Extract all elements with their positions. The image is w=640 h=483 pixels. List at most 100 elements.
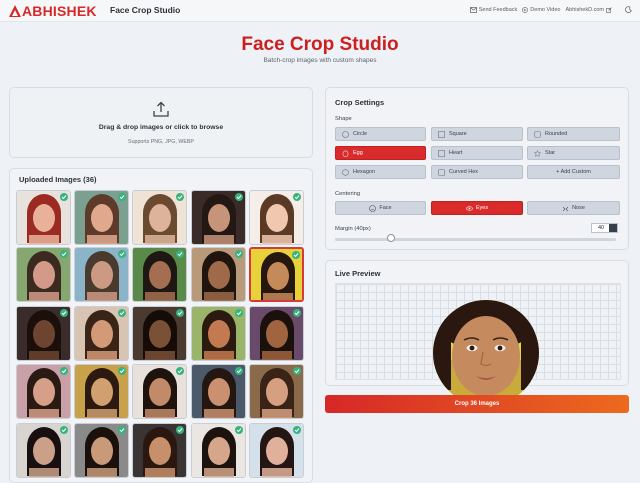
shape-circle-label: Circle	[353, 131, 368, 137]
uploaded-image-thumbnail[interactable]	[132, 247, 187, 302]
uploaded-image-thumbnail[interactable]	[74, 306, 129, 361]
shape-square-button[interactable]: Square	[431, 127, 523, 141]
check-icon	[60, 426, 68, 434]
check-icon	[235, 367, 243, 375]
crop-settings-panel: Crop Settings Shape Circle Square Rounde…	[325, 87, 629, 250]
mail-icon	[469, 6, 477, 13]
upload-dropzone[interactable]: Drag & drop images or click to browse Su…	[9, 87, 313, 158]
crop-settings-title: Crop Settings	[335, 98, 385, 107]
check-icon	[293, 309, 301, 317]
top-bar: ABHISHEK Face Crop Studio Send Feedback …	[0, 0, 640, 22]
uploaded-image-thumbnail[interactable]	[249, 364, 304, 419]
margin-slider-track[interactable]	[335, 238, 616, 241]
demo-video-link[interactable]: Demo Video	[522, 7, 560, 13]
shape-hexagon-button[interactable]: Hexagon	[335, 165, 426, 179]
rounded-square-icon	[534, 130, 541, 138]
uploaded-image-thumbnail[interactable]	[16, 190, 71, 245]
uploaded-image-thumbnail[interactable]	[132, 364, 187, 419]
margin-input[interactable]: 40	[591, 223, 618, 233]
crop-images-button[interactable]: Crop 36 Images	[325, 395, 629, 413]
egg-icon	[342, 150, 349, 157]
uploaded-image-thumbnail[interactable]	[191, 190, 246, 245]
uploaded-image-thumbnail[interactable]	[191, 306, 246, 361]
uploaded-image-thumbnail[interactable]	[191, 247, 246, 302]
uploaded-image-thumbnail[interactable]	[16, 364, 71, 419]
uploaded-image-thumbnail[interactable]	[16, 247, 71, 302]
curved-hexagon-icon	[438, 168, 445, 176]
check-icon	[176, 193, 184, 201]
shape-square-label: Square	[449, 131, 467, 137]
external-link-icon	[606, 6, 612, 13]
uploaded-image-thumbnail[interactable]	[16, 306, 71, 361]
margin-value: 40	[598, 225, 605, 231]
uploaded-image-thumbnail[interactable]	[249, 247, 304, 302]
uploaded-image-thumbnail[interactable]	[74, 247, 129, 302]
hexagon-icon	[342, 168, 349, 176]
uploaded-images-title: Uploaded Images (36)	[19, 175, 97, 184]
shape-hexagon-label: Hexagon	[353, 169, 376, 175]
check-icon	[118, 426, 126, 434]
check-icon	[293, 193, 301, 201]
uploaded-image-thumbnail[interactable]	[249, 423, 304, 478]
centering-eyes-button[interactable]: Eyes	[431, 201, 523, 215]
play-circle-icon	[522, 6, 529, 13]
send-feedback-link[interactable]: Send Feedback	[469, 6, 518, 13]
check-icon	[293, 367, 301, 375]
page-subtitle: Batch-crop images with custom shapes	[263, 57, 377, 64]
demo-video-label: Demo Video	[530, 6, 561, 13]
smile-icon	[369, 204, 377, 212]
uploaded-image-thumbnail[interactable]	[132, 306, 187, 361]
send-feedback-label: Send Feedback	[478, 6, 518, 13]
shape-rounded-label: Rounded	[545, 131, 568, 137]
check-icon	[235, 426, 243, 434]
check-icon	[235, 193, 243, 201]
shape-heart-button[interactable]: Heart	[431, 146, 523, 160]
preview-face-image	[433, 300, 539, 406]
live-preview-panel: Live Preview	[325, 260, 629, 406]
uploaded-image-thumbnail[interactable]	[74, 423, 129, 478]
theme-toggle[interactable]	[625, 6, 632, 13]
uploaded-image-thumbnail[interactable]	[132, 423, 187, 478]
shape-circle-button[interactable]: Circle	[335, 127, 426, 141]
uploaded-image-thumbnail[interactable]	[249, 306, 304, 361]
uploaded-image-thumbnail[interactable]	[16, 423, 71, 478]
uploaded-image-thumbnail[interactable]	[249, 190, 304, 245]
dropzone-formats: Supports PNG, JPG, WEBP	[128, 139, 194, 145]
shape-egg-button[interactable]: Egg	[335, 146, 426, 160]
star-icon	[534, 149, 541, 157]
check-icon	[235, 309, 243, 317]
shape-heart-label: Heart	[449, 150, 463, 156]
check-icon	[176, 309, 184, 317]
centering-nose-button[interactable]: Nose	[527, 201, 620, 215]
check-icon	[60, 367, 68, 375]
shape-label: Shape	[335, 116, 352, 122]
margin-label: Margin (40px)	[335, 226, 371, 232]
centering-face-label: Face	[379, 205, 392, 211]
uploaded-image-thumbnail[interactable]	[132, 190, 187, 245]
check-icon	[118, 309, 126, 317]
eye-icon	[466, 205, 473, 211]
circle-icon	[342, 130, 349, 138]
check-icon	[118, 367, 126, 375]
add-custom-shape-button[interactable]: + Add Custom	[527, 165, 620, 179]
shape-curved-hex-label: Curved Hex	[449, 169, 479, 175]
shape-curved-hex-button[interactable]: Curved Hex	[431, 165, 523, 179]
check-icon	[292, 251, 300, 259]
shape-star-button[interactable]: Star	[527, 146, 620, 160]
check-icon	[235, 250, 243, 258]
margin-spinner[interactable]	[609, 224, 617, 232]
check-icon	[293, 426, 301, 434]
brand-logo[interactable]: ABHISHEK	[8, 3, 97, 19]
centering-face-button[interactable]: Face	[335, 201, 426, 215]
uploaded-image-thumbnail[interactable]	[191, 364, 246, 419]
uploaded-image-thumbnail[interactable]	[74, 364, 129, 419]
live-preview-title: Live Preview	[335, 269, 381, 278]
site-link[interactable]: AbhishekD.com	[565, 7, 612, 13]
check-icon	[176, 250, 184, 258]
check-icon	[60, 250, 68, 258]
uploaded-image-thumbnail[interactable]	[191, 423, 246, 478]
moon-icon	[625, 6, 632, 13]
shape-rounded-button[interactable]: Rounded	[527, 127, 620, 141]
shape-star-label: Star	[545, 150, 556, 156]
uploaded-image-thumbnail[interactable]	[74, 190, 129, 245]
